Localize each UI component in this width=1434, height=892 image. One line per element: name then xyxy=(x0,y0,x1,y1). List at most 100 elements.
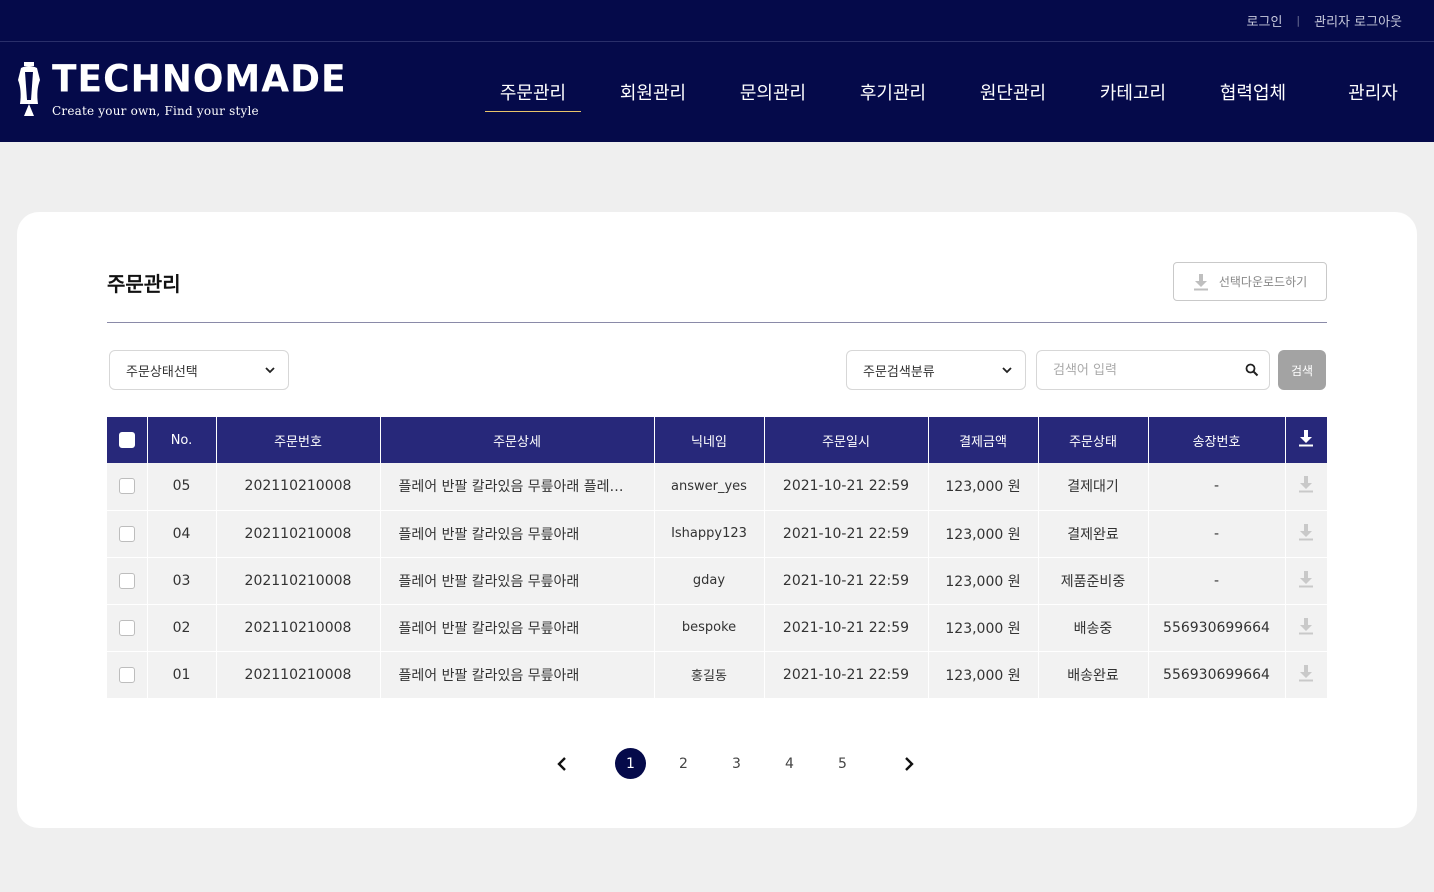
order-status-select[interactable]: 주문상태선택 xyxy=(109,350,289,390)
cell-nickname: 홍길동 xyxy=(654,651,765,699)
order-status-select-value: 주문상태선택 xyxy=(126,364,198,380)
cell-amount: 123,000 원 xyxy=(928,557,1039,605)
download-icon[interactable] xyxy=(1298,570,1314,588)
cell-date: 2021-10-21 22:59 xyxy=(764,557,929,605)
row-download-cell xyxy=(1285,604,1327,652)
top-bar: 로그인 | 관리자 로그아웃 xyxy=(0,0,1434,42)
cell-status: 배송완료 xyxy=(1038,651,1149,699)
cell-detail[interactable]: 플레어 반팔 칼라있음 무릎아래 xyxy=(380,557,655,605)
cell-date: 2021-10-21 22:59 xyxy=(764,463,929,511)
table-row: 02 202110210008 플레어 반팔 칼라있음 무릎아래 bespoke… xyxy=(107,604,1327,652)
row-checkbox[interactable] xyxy=(118,478,135,495)
top-links: 로그인 | 관리자 로그아웃 xyxy=(1247,11,1402,30)
cell-date: 2021-10-21 22:59 xyxy=(764,510,929,558)
nav-orders[interactable]: 주문관리 xyxy=(485,42,581,142)
row-select-cell xyxy=(107,651,148,699)
row-download-cell xyxy=(1285,651,1327,699)
page-1[interactable]: 1 xyxy=(615,748,646,779)
top-links-separator: | xyxy=(1296,14,1301,27)
page-title: 주문관리 xyxy=(107,272,181,296)
dress-form-logo-icon xyxy=(18,62,40,116)
cell-amount: 123,000 원 xyxy=(928,510,1039,558)
search-input[interactable] xyxy=(1053,351,1243,389)
cell-order-no: 202110210008 xyxy=(216,651,381,699)
cell-status: 결제완료 xyxy=(1038,510,1149,558)
main-header: TECHNOMADE Create your own, Find your st… xyxy=(0,42,1434,142)
download-icon[interactable] xyxy=(1298,429,1314,447)
main-nav: 주문관리 회원관리 문의관리 후기관리 원단관리 카테고리 협력업체 관리자 xyxy=(485,42,1433,142)
download-icon[interactable] xyxy=(1298,475,1314,493)
cell-date: 2021-10-21 22:59 xyxy=(764,651,929,699)
cell-detail[interactable]: 플레어 반팔 칼라있음 무릎아래 xyxy=(380,651,655,699)
row-checkbox[interactable] xyxy=(118,572,135,589)
page-5[interactable]: 5 xyxy=(827,748,858,779)
title-divider xyxy=(107,322,1327,323)
select-all-checkbox[interactable] xyxy=(118,432,135,448)
cell-detail[interactable]: 플레어 반팔 칼라있음 무릎아래 xyxy=(380,604,655,652)
nav-fabrics[interactable]: 원단관리 xyxy=(953,42,1073,142)
table-row: 01 202110210008 플레어 반팔 칼라있음 무릎아래 홍길동 202… xyxy=(107,651,1327,699)
search-box xyxy=(1036,350,1270,390)
table-row: 03 202110210008 플레어 반팔 칼라있음 무릎아래 gday 20… xyxy=(107,557,1327,605)
nav-members[interactable]: 회원관리 xyxy=(593,42,713,142)
row-checkbox[interactable] xyxy=(118,525,135,542)
content-card: 주문관리 선택다운로드하기 주문상태선택 주문검색분류 검색 No. 주문번호 … xyxy=(17,212,1417,828)
cell-invoice: - xyxy=(1148,510,1286,558)
cell-nickname: Ishappy123 xyxy=(654,510,765,558)
row-select-cell xyxy=(107,557,148,605)
col-header-status: 주문상태 xyxy=(1038,417,1149,463)
page-2[interactable]: 2 xyxy=(668,748,699,779)
search-category-select-value: 주문검색분류 xyxy=(863,364,935,380)
row-download-cell xyxy=(1285,510,1327,558)
nav-admin[interactable]: 관리자 xyxy=(1313,42,1433,142)
login-link[interactable]: 로그인 xyxy=(1247,11,1283,30)
cell-detail[interactable]: 플레어 반팔 칼라있음 무릎아래 xyxy=(380,510,655,558)
search-button[interactable]: 검색 xyxy=(1278,350,1326,390)
download-selected-button[interactable]: 선택다운로드하기 xyxy=(1173,262,1327,301)
cell-nickname: gday xyxy=(654,557,765,605)
admin-logout-link[interactable]: 관리자 로그아웃 xyxy=(1314,11,1402,30)
cell-nickname: answer_yes xyxy=(654,463,765,511)
row-select-cell xyxy=(107,604,148,652)
download-icon[interactable] xyxy=(1298,523,1314,541)
cell-invoice: 556930699664 xyxy=(1148,651,1286,699)
chevron-down-icon xyxy=(1002,367,1012,374)
prev-page-button[interactable] xyxy=(547,749,577,779)
download-icon[interactable] xyxy=(1298,664,1314,682)
download-icon[interactable] xyxy=(1298,617,1314,635)
select-all-cell xyxy=(107,417,148,463)
row-checkbox[interactable] xyxy=(118,619,135,636)
cell-no: 01 xyxy=(147,651,217,699)
cell-amount: 123,000 원 xyxy=(928,604,1039,652)
cell-date: 2021-10-21 22:59 xyxy=(764,604,929,652)
row-download-cell xyxy=(1285,463,1327,511)
logo-subtitle: Create your own, Find your style xyxy=(52,104,259,118)
col-header-date: 주문일시 xyxy=(764,417,929,463)
logo[interactable]: TECHNOMADE Create your own, Find your st… xyxy=(16,57,347,118)
nav-inquiries[interactable]: 문의관리 xyxy=(713,42,833,142)
row-select-cell xyxy=(107,463,148,511)
search-category-select[interactable]: 주문검색분류 xyxy=(846,350,1026,390)
logo-title: TECHNOMADE xyxy=(52,57,347,101)
download-selected-label: 선택다운로드하기 xyxy=(1218,275,1308,289)
col-header-amount: 결제금액 xyxy=(928,417,1039,463)
search-icon[interactable] xyxy=(1245,363,1259,377)
cell-status: 제품준비중 xyxy=(1038,557,1149,605)
table-row: 04 202110210008 플레어 반팔 칼라있음 무릎아래 Ishappy… xyxy=(107,510,1327,558)
col-header-invoice: 송장번호 xyxy=(1148,417,1286,463)
nav-reviews[interactable]: 후기관리 xyxy=(833,42,953,142)
table-row: 05 202110210008 플레어 반팔 칼라있음 무릎아래 플레어 반팔 … xyxy=(107,463,1327,511)
row-select-cell xyxy=(107,510,148,558)
download-icon xyxy=(1193,273,1208,290)
cell-detail[interactable]: 플레어 반팔 칼라있음 무릎아래 플레어 반팔 칼라있음 무릎아래 xyxy=(380,463,655,511)
row-checkbox[interactable] xyxy=(118,666,135,683)
next-page-button[interactable] xyxy=(894,749,924,779)
page-3[interactable]: 3 xyxy=(721,748,752,779)
nav-partners[interactable]: 협력업체 xyxy=(1193,42,1313,142)
cell-invoice: 556930699664 xyxy=(1148,604,1286,652)
page-4[interactable]: 4 xyxy=(774,748,805,779)
nav-categories[interactable]: 카테고리 xyxy=(1073,42,1193,142)
cell-no: 04 xyxy=(147,510,217,558)
table-header-row: No. 주문번호 주문상세 닉네임 주문일시 결제금액 주문상태 송장번호 xyxy=(107,417,1327,463)
cell-no: 03 xyxy=(147,557,217,605)
